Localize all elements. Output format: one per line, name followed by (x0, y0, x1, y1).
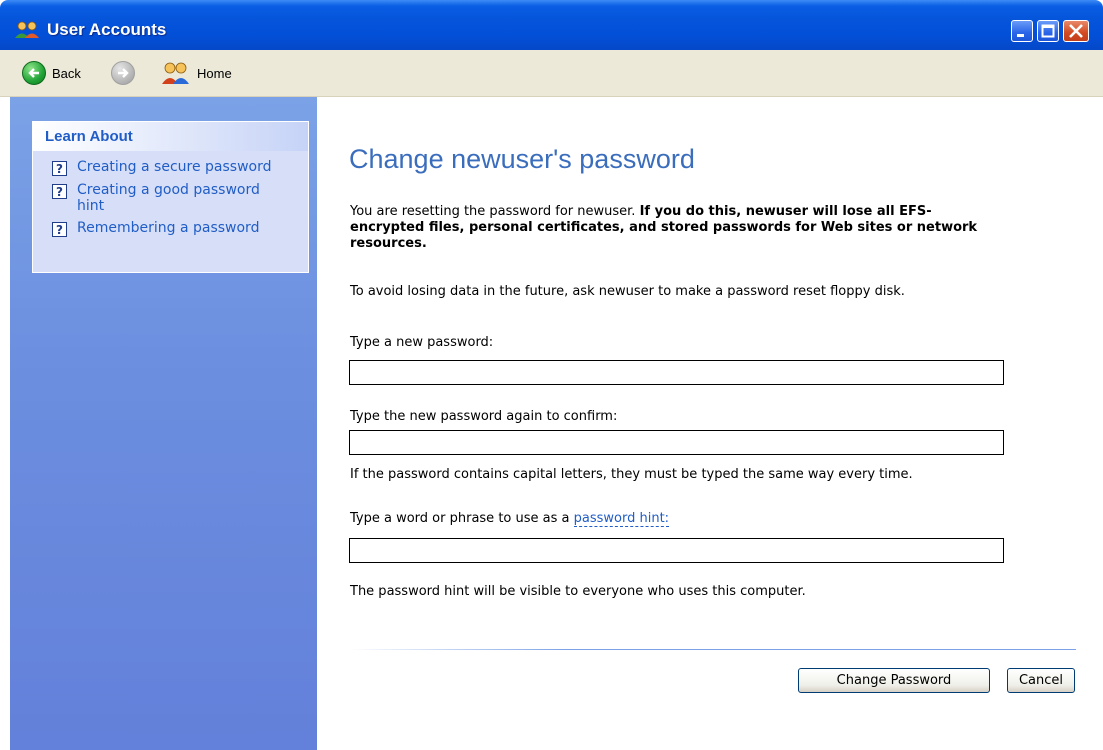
hint-label-prefix: Type a word or phrase to use as a (350, 511, 570, 526)
window-title: User Accounts (47, 20, 167, 39)
learn-item-good-hint[interactable]: ? Creating a good password hint (52, 182, 308, 214)
forward-arrow-icon (111, 61, 135, 85)
title-bar[interactable]: User Accounts (0, 0, 1103, 50)
hint-visibility-note: The password hint will be visible to eve… (350, 584, 806, 599)
maximize-button[interactable] (1037, 20, 1059, 42)
learn-item-secure-password[interactable]: ? Creating a secure password (52, 159, 308, 176)
learn-about-panel: Learn About ? Creating a secure password… (32, 121, 309, 273)
learn-about-list: ? Creating a secure password ? Creating … (33, 151, 308, 237)
learn-item-label[interactable]: Creating a good password hint (77, 182, 287, 214)
navigation-toolbar: Back Home (0, 50, 1103, 97)
floppy-advice: To avoid losing data in the future, ask … (350, 284, 905, 299)
minimize-button[interactable] (1011, 20, 1033, 42)
new-password-input[interactable] (349, 360, 1004, 385)
main-content: Change newuser's password You are resett… (317, 97, 1103, 750)
user-accounts-icon (15, 21, 39, 38)
page-title: Change newuser's password (349, 144, 695, 174)
confirm-password-label: Type the new password again to confirm: (350, 409, 618, 424)
cancel-button[interactable]: Cancel (1007, 668, 1075, 693)
learn-item-label[interactable]: Remembering a password (77, 220, 287, 236)
divider (349, 649, 1076, 650)
reset-warning: You are resetting the password for newus… (350, 204, 990, 252)
help-icon: ? (52, 222, 67, 237)
learn-item-label[interactable]: Creating a secure password (77, 159, 287, 175)
back-button[interactable]: Back (22, 61, 81, 85)
home-label: Home (197, 65, 232, 81)
capital-letters-note: If the password contains capital letters… (350, 467, 913, 482)
learn-item-remembering-password[interactable]: ? Remembering a password (52, 220, 308, 237)
minimize-icon (1017, 34, 1024, 37)
new-password-label: Type a new password: (350, 335, 494, 350)
close-icon (1069, 24, 1083, 38)
reset-notice-text: You are resetting the password for newus… (350, 204, 636, 219)
task-pane: Learn About ? Creating a secure password… (10, 97, 317, 750)
home-users-icon (162, 62, 189, 84)
home-button[interactable]: Home (161, 61, 232, 85)
confirm-password-input[interactable] (349, 430, 1004, 455)
back-label: Back (52, 65, 81, 81)
change-password-button[interactable]: Change Password (798, 668, 990, 693)
back-arrow-icon (22, 61, 46, 85)
forward-button[interactable] (111, 61, 135, 85)
help-icon: ? (52, 161, 67, 176)
maximize-icon (1041, 24, 1055, 38)
learn-about-title: Learn About (33, 122, 308, 151)
help-icon: ? (52, 184, 67, 199)
password-hint-link[interactable]: password hint: (573, 511, 670, 527)
password-hint-label: Type a word or phrase to use as a passwo… (350, 511, 670, 527)
close-button[interactable] (1063, 20, 1089, 42)
user-accounts-window: User Accounts Back Home Learn About ? Cr… (0, 0, 1103, 750)
password-hint-input[interactable] (349, 538, 1004, 563)
